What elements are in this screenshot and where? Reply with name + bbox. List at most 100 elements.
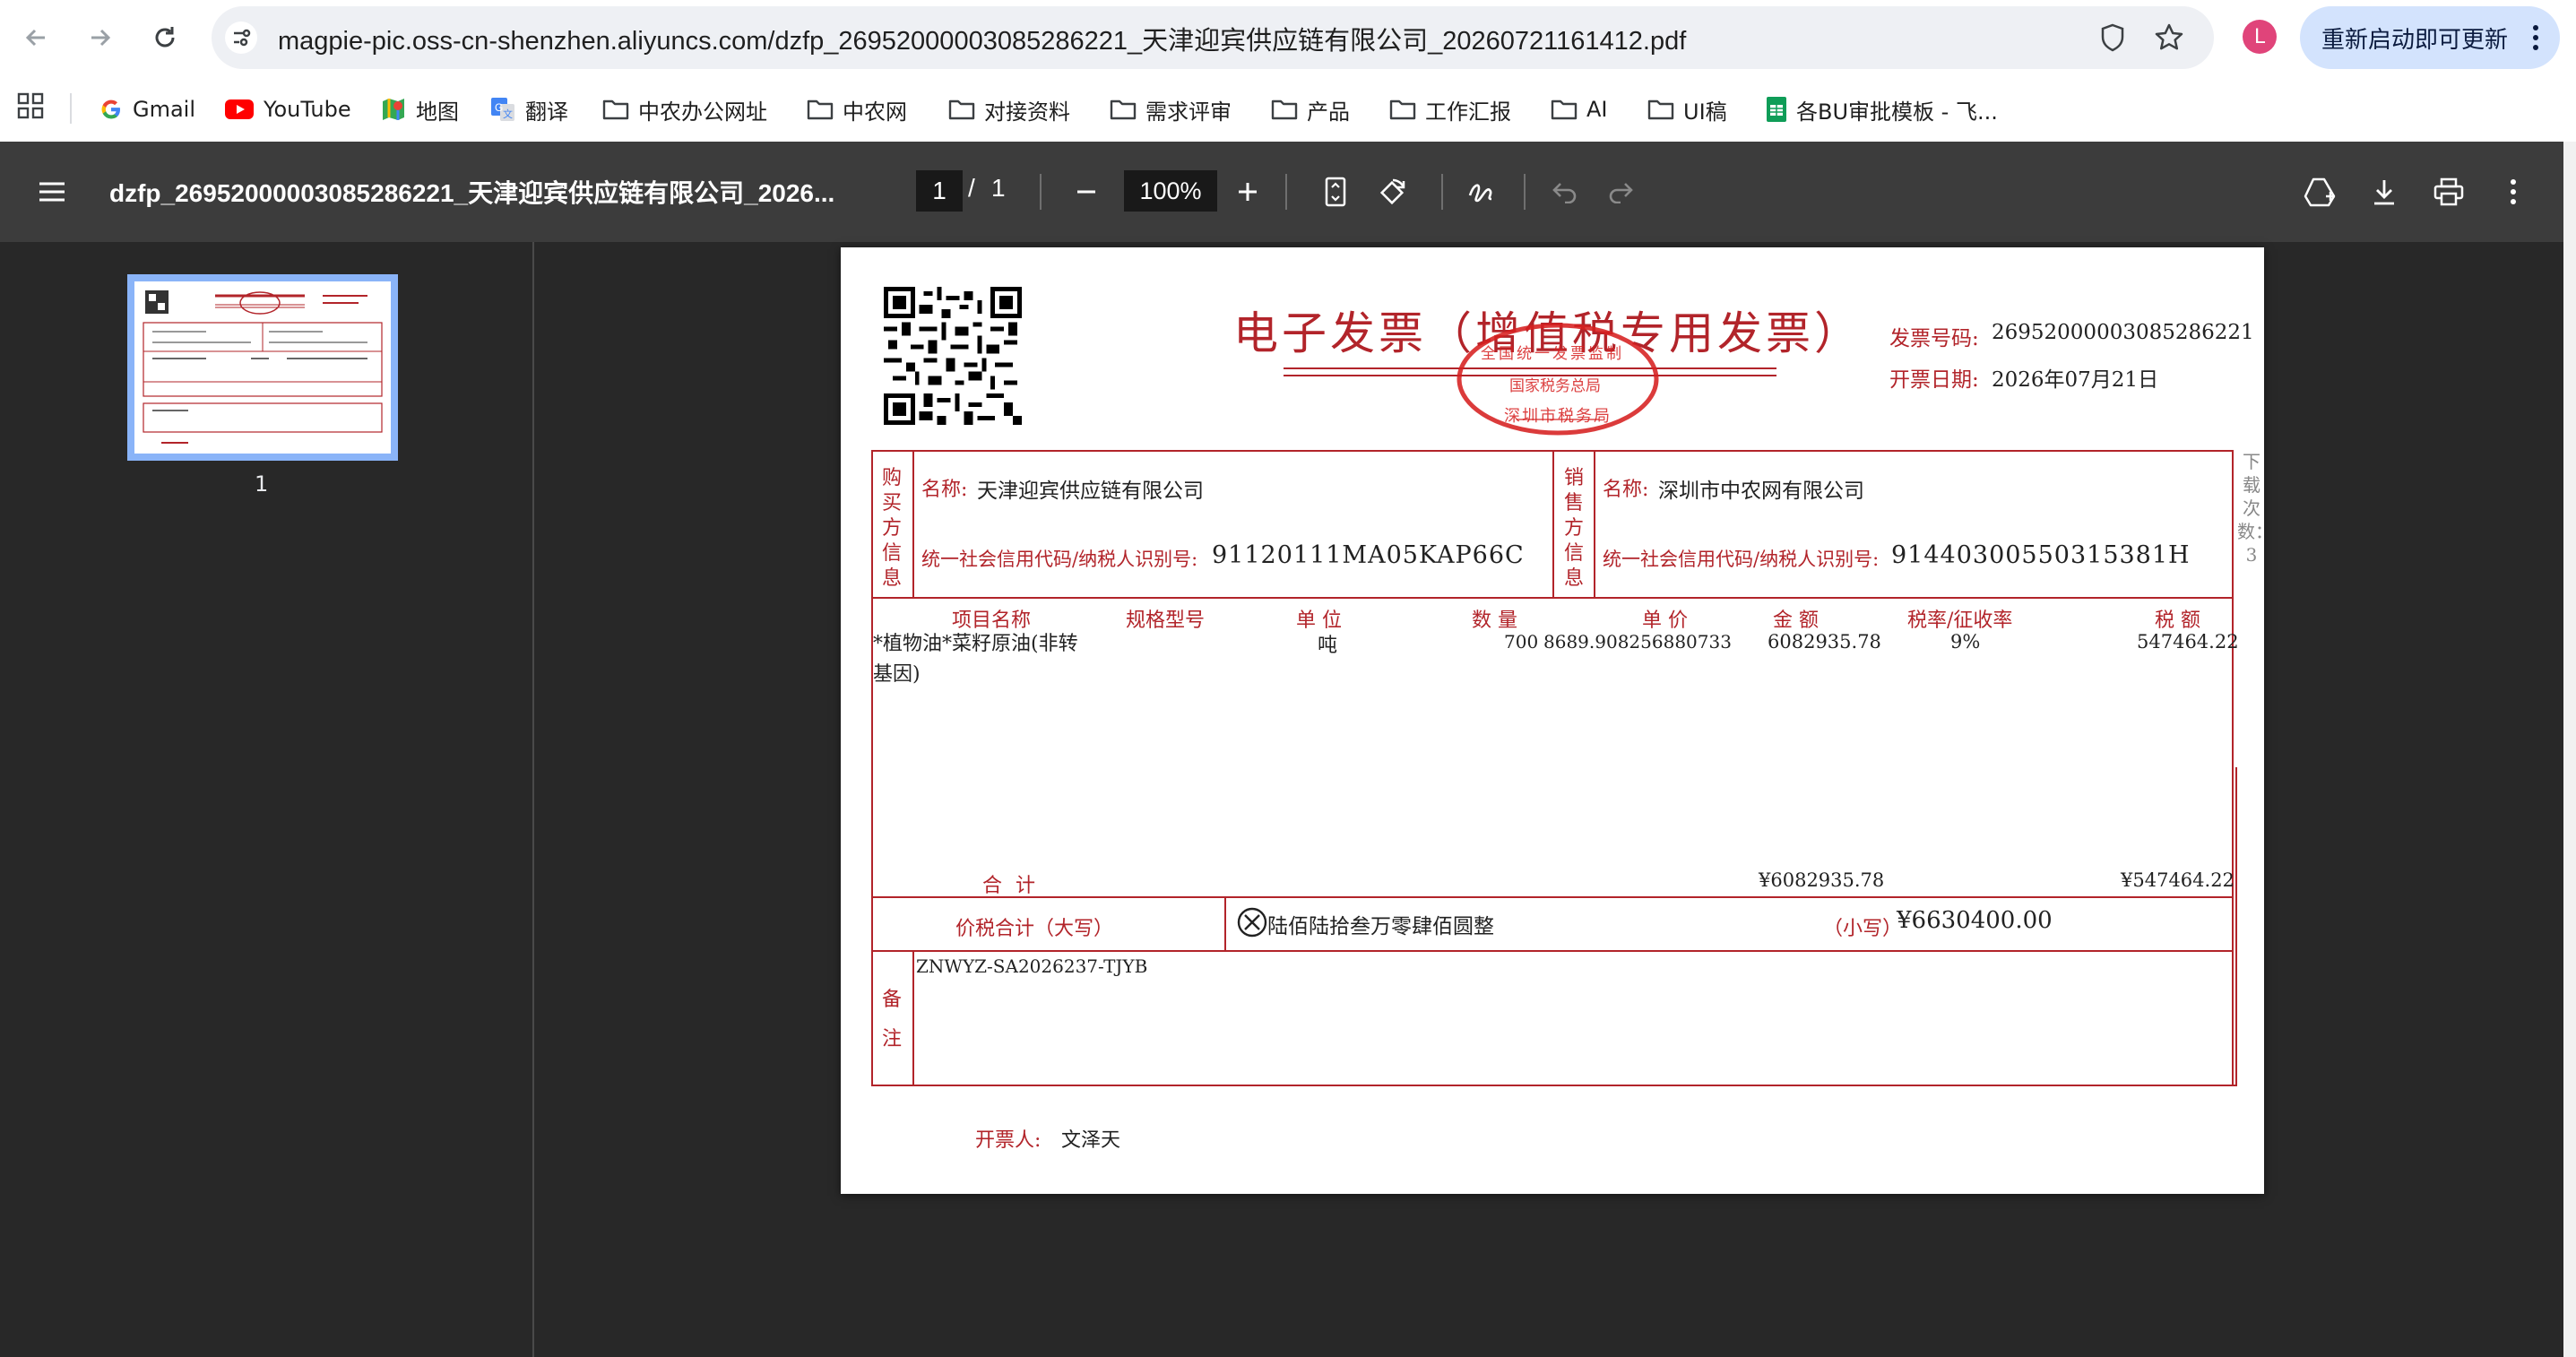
apps-grid-icon[interactable] [16, 91, 45, 120]
bookmark-folder-znw[interactable]: 中农网 [807, 90, 907, 129]
more-options-button[interactable] [2494, 172, 2533, 212]
item-quantity: 700 [1504, 631, 1539, 653]
rotate-icon [1377, 176, 1409, 208]
draw-icon [1466, 177, 1499, 206]
undo-button[interactable] [1545, 172, 1585, 212]
minus-icon [1075, 180, 1098, 203]
redo-button[interactable] [1601, 172, 1640, 212]
google-icon [99, 97, 124, 122]
seller-section-label: 销售方信息 [1563, 467, 1584, 590]
col-header-tax-rate: 税率/征收率 [1907, 609, 2013, 632]
folder-icon [1551, 98, 1578, 121]
update-button[interactable]: 重新启动即可更新 [2300, 6, 2560, 69]
total-amount: ¥6082935.78 [1759, 869, 1885, 891]
total-label: 合 计 [982, 875, 1039, 897]
invoice-table [871, 450, 2232, 1332]
toolbar-divider [1524, 174, 1526, 210]
toolbar-divider [1285, 174, 1287, 210]
grand-total-label: 价税合计（大写） [955, 918, 1114, 940]
arrow-left-icon [22, 23, 50, 52]
profile-avatar[interactable]: L [2243, 20, 2277, 54]
bookmark-youtube[interactable]: YouTube [224, 90, 351, 129]
more-vert-icon [2509, 177, 2518, 206]
grand-total: ¥6630400.00 [1897, 907, 2053, 934]
hamburger-menu-icon [38, 180, 66, 203]
seller-name: 深圳市中农网有限公司 [1658, 480, 1864, 503]
download-button[interactable] [2364, 172, 2404, 212]
bookmark-label: 对接资料 [984, 99, 1070, 125]
rotate-button[interactable] [1373, 172, 1413, 212]
bookmark-star-icon[interactable] [2153, 22, 2185, 54]
zoom-in-button[interactable] [1228, 172, 1267, 212]
pdf-title: dzfp_26952000003085286221_天津迎宾供应链有限公司_20… [109, 179, 835, 207]
col-header-unit-price: 单 价 [1642, 609, 1688, 632]
shield-icon[interactable] [2097, 22, 2128, 53]
bookmark-label: Gmail [133, 97, 196, 122]
bookmark-label: 中农网 [843, 99, 907, 125]
page-number-input[interactable] [916, 170, 963, 212]
zoom-out-button[interactable] [1067, 172, 1106, 212]
page-separator: / [968, 174, 975, 202]
grid-line [1224, 896, 1226, 952]
bookmark-folder-product[interactable]: 产品 [1271, 90, 1350, 129]
invoice-page: 电子发票（增值税专用发票） 全国统一发票监制 国家税务总局 深圳市税务局 发票号… [841, 247, 2273, 1194]
svg-text:文: 文 [503, 108, 513, 120]
total-tax: ¥547464.22 [2121, 869, 2235, 891]
seller-name-label: 名称: [1603, 479, 1649, 501]
total-pages: 1 [991, 174, 1006, 202]
site-settings-icon[interactable] [224, 21, 258, 55]
qr-code [884, 287, 1022, 428]
reload-icon [151, 23, 179, 52]
bookmark-bu-approval[interactable]: 各BU审批模板 - 飞... [1766, 90, 1998, 129]
folder-icon [1389, 98, 1416, 121]
invoice-number: 26952000003085286221 [1992, 321, 2254, 344]
more-vert-icon [2531, 22, 2540, 53]
bookmark-folder-office[interactable]: 中农办公网址 [602, 90, 767, 129]
download-count-note: 下载次数：3 [2237, 451, 2273, 566]
bookmark-folder-ai[interactable]: AI [1551, 90, 1608, 129]
bookmark-folder-report[interactable]: 工作汇报 [1389, 90, 1511, 129]
window-scrollbar[interactable] [2563, 142, 2576, 1357]
seller-tax-id: 91440300550315381H [1891, 541, 2191, 569]
page-thumbnail[interactable] [127, 274, 398, 461]
bookmark-label: 各BU审批模板 - 飞... [1796, 99, 1998, 125]
translate-icon: G文 [489, 96, 516, 123]
forward-button[interactable] [81, 18, 120, 57]
sheets-icon [1766, 96, 1787, 123]
item-unit: 吨 [1318, 635, 1338, 657]
bookmark-translate[interactable]: G文 翻译 [489, 90, 568, 129]
bookmark-folder-docs[interactable]: 对接资料 [948, 90, 1070, 129]
grid-line [871, 896, 2234, 898]
bookmark-folder-ui[interactable]: UI稿 [1647, 90, 1727, 129]
seal-text-top: 全国统一发票监制 [1481, 345, 1624, 363]
folder-icon [1271, 98, 1298, 121]
table-border-bottom [871, 1085, 2237, 1086]
menu-button[interactable] [32, 172, 72, 212]
bookmark-label: YouTube [264, 97, 351, 122]
print-button[interactable] [2429, 172, 2468, 212]
fit-page-button[interactable] [1316, 172, 1355, 212]
bookmark-gmail[interactable]: Gmail [99, 90, 195, 129]
grid-line [912, 950, 914, 1086]
back-button[interactable] [16, 18, 56, 57]
bookmark-label: AI [1586, 97, 1608, 122]
save-to-drive-button[interactable] [2300, 172, 2339, 212]
item-tax-amount: 547464.22 [2137, 631, 2239, 653]
buyer-tax-label: 统一社会信用代码/纳税人识别号: [921, 549, 1198, 570]
bookmark-maps[interactable]: 地图 [380, 90, 459, 129]
bookmark-folder-review[interactable]: 需求评审 [1110, 90, 1232, 129]
folder-icon [807, 98, 834, 121]
folder-icon [1110, 98, 1137, 121]
folder-icon [602, 98, 629, 121]
reload-button[interactable] [145, 18, 185, 57]
url-text[interactable]: magpie-pic.oss-cn-shenzhen.aliyuncs.com/… [278, 20, 1686, 57]
zoom-input[interactable] [1124, 170, 1217, 212]
col-header-tax-amount: 税 额 [2155, 609, 2200, 632]
table-border-left [871, 450, 873, 1086]
invoice-number-label: 发票号码: [1889, 327, 1979, 350]
item-name-line2: 基因) [873, 663, 921, 686]
bookmark-label: UI稿 [1683, 99, 1727, 125]
annotate-button[interactable] [1463, 172, 1502, 212]
drive-add-icon [2303, 177, 2337, 207]
bookmarks-divider [70, 93, 72, 124]
